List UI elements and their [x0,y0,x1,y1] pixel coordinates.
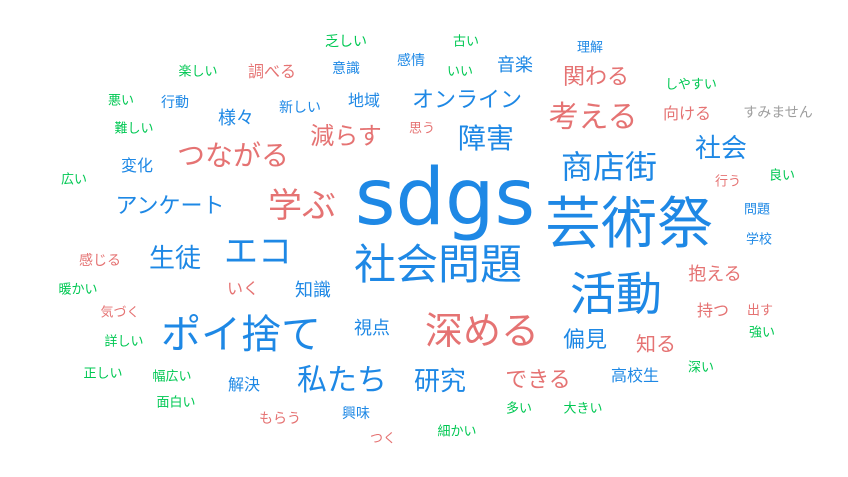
cloud-word: 思う [408,121,436,137]
cloud-word: 理解 [576,40,604,56]
cloud-word: 高校生 [610,366,660,385]
cloud-word: 関わる [562,65,630,90]
cloud-word: 意識 [332,61,360,77]
cloud-word: 地域 [347,91,381,110]
word-cloud: sdgs 芸術祭 活動 社会問題 深める ポイ捨て 商店街 学ぶ エコ 考える 私たち つながる 研究障… [0,0,848,477]
cloud-word: 解決 [227,375,261,394]
cloud-word: 考える [548,100,638,135]
cloud-word: 深い [687,360,715,376]
cloud-word: いく [226,279,260,298]
cloud-word: 問題 [743,202,771,218]
cloud-word: エコ [224,232,292,272]
cloud-word: sdgs [354,153,536,243]
cloud-word: 正しい [83,366,123,382]
cloud-word: 幅広い [152,369,192,385]
cloud-word: 細かい [437,424,477,440]
cloud-word: 偏見 [562,328,608,353]
cloud-word: しやすい [665,77,717,93]
cloud-word: 出す [746,303,774,319]
cloud-word: 乏しい [325,34,367,50]
cloud-word: 学ぶ [268,186,336,226]
cloud-word: 芸術祭 [545,192,713,257]
cloud-word: 研究 [413,367,467,397]
cloud-word: つく [369,431,397,447]
cloud-word: いい [446,64,474,80]
cloud-word: 活動 [570,267,662,321]
cloud-word: 持つ [696,301,730,320]
cloud-word: もらう [259,411,301,427]
cloud-word: 難しい [114,121,154,137]
cloud-word: 向ける [662,104,712,123]
cloud-word: 調べる [247,62,297,81]
cloud-word: 強い [748,325,776,341]
cloud-word: 私たち [297,363,387,398]
cloud-word: 社会問題 [353,240,523,289]
cloud-word: 大きい [563,401,603,417]
cloud-word: 気づく [100,305,140,321]
cloud-word: 新しい [279,100,321,116]
cloud-word: 面白い [156,395,196,411]
cloud-word: 楽しい [178,64,218,80]
cloud-word: 興味 [342,406,370,422]
cloud-word: 音楽 [497,55,533,76]
cloud-word: つながる [176,139,290,172]
cloud-word: 障害 [457,122,515,155]
cloud-word: 詳しい [104,334,144,350]
cloud-word: 生徒 [148,244,202,274]
cloud-word: 知る [636,332,676,356]
cloud-word: 古い [452,34,480,50]
cloud-word: アンケート [115,194,225,219]
cloud-word: すみません [743,105,813,121]
cloud-word: 学校 [745,232,773,248]
cloud-word: 感情 [397,53,425,69]
cloud-word: 良い [768,168,796,184]
cloud-word: 商店街 [560,148,658,186]
cloud-word: ポイ捨て [161,312,321,358]
cloud-word: 行動 [161,95,189,111]
cloud-word: 視点 [354,318,390,339]
cloud-word: 変化 [120,156,154,175]
cloud-word: 抱える [688,264,742,285]
cloud-word: 悪い [107,93,135,109]
cloud-word: 減らす [310,122,382,150]
cloud-word: 社会 [694,134,748,164]
cloud-word: 知識 [295,280,331,301]
cloud-word: 行う [714,174,742,190]
cloud-word: 多い [505,401,533,417]
cloud-word: 様々 [218,108,254,129]
cloud-word: 広い [60,172,88,188]
cloud-word: 深める [424,309,540,353]
cloud-word: できる [505,368,571,393]
cloud-word: 感じる [79,253,121,269]
cloud-word: オンライン [411,88,523,113]
cloud-word: 暖かい [58,282,98,298]
